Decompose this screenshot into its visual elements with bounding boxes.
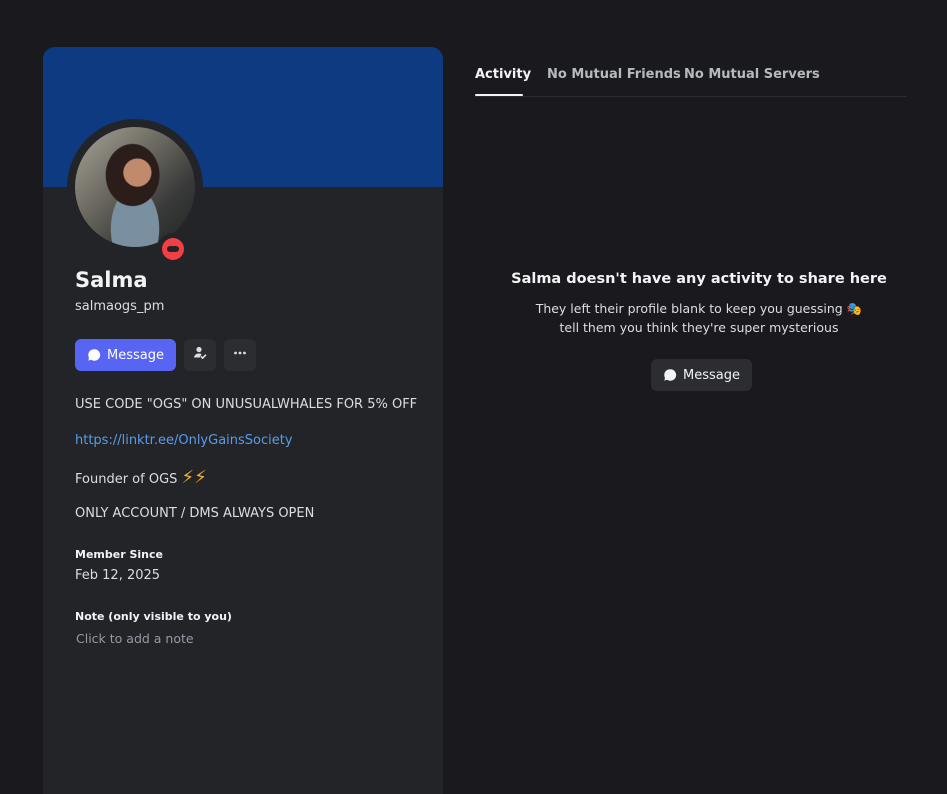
bio-line: ONLY ACCOUNT / DMS ALWAYS OPEN bbox=[75, 506, 315, 521]
mask-emoji-icon: 🎭 bbox=[846, 301, 863, 316]
bio-line: Founder of OGS ⚡⚡ bbox=[75, 467, 207, 488]
profile-page: Salma salmaogs_pm Message USE CODE "OGS"… bbox=[0, 0, 947, 794]
note-input[interactable]: Click to add a note bbox=[76, 631, 194, 646]
profile-actions: Message bbox=[75, 339, 256, 371]
friend-status-button[interactable] bbox=[183, 339, 216, 371]
bio-link[interactable]: https://linktr.ee/OnlyGainsSociety bbox=[75, 433, 293, 448]
more-button[interactable] bbox=[223, 339, 256, 371]
bio-text: Founder of OGS bbox=[75, 472, 178, 487]
empty-state-line: They left their profile blank to keep yo… bbox=[535, 301, 843, 316]
active-tab-indicator bbox=[475, 94, 523, 96]
note-label: Note (only visible to you) bbox=[75, 610, 232, 623]
member-since-value: Feb 12, 2025 bbox=[75, 568, 161, 583]
message-button-label: Message bbox=[683, 367, 740, 383]
tab-mutual-servers[interactable]: No Mutual Servers bbox=[684, 67, 820, 82]
lightning-emoji-icon: ⚡⚡ bbox=[181, 467, 207, 488]
message-button-label: Message bbox=[107, 347, 164, 363]
tab-activity[interactable]: Activity bbox=[475, 67, 531, 82]
tab-mutual-friends[interactable]: No Mutual Friends bbox=[547, 67, 681, 82]
username: salmaogs_pm bbox=[75, 299, 165, 314]
empty-state-title: Salma doesn't have any activity to share… bbox=[511, 271, 887, 287]
display-name: Salma bbox=[75, 268, 148, 292]
status-dnd-icon bbox=[157, 233, 189, 265]
chat-bubble-icon bbox=[663, 368, 677, 382]
more-icon bbox=[232, 345, 248, 365]
empty-state-message-button[interactable]: Message bbox=[651, 359, 752, 391]
avatar[interactable] bbox=[75, 127, 195, 247]
bio-line: USE CODE "OGS" ON UNUSUALWHALES FOR 5% O… bbox=[75, 397, 418, 412]
avatar-frame bbox=[67, 119, 203, 255]
chat-bubble-icon bbox=[87, 348, 101, 362]
message-button[interactable]: Message bbox=[75, 339, 176, 371]
empty-state-subtitle: They left their profile blank to keep yo… bbox=[475, 299, 923, 337]
add-friend-icon bbox=[192, 345, 208, 365]
empty-state-line: tell them you think they're super myster… bbox=[559, 320, 839, 335]
profile-card: Salma salmaogs_pm Message USE CODE "OGS"… bbox=[43, 47, 443, 794]
profile-tabs: Activity No Mutual Friends No Mutual Ser… bbox=[475, 60, 907, 97]
member-since-label: Member Since bbox=[75, 548, 163, 561]
